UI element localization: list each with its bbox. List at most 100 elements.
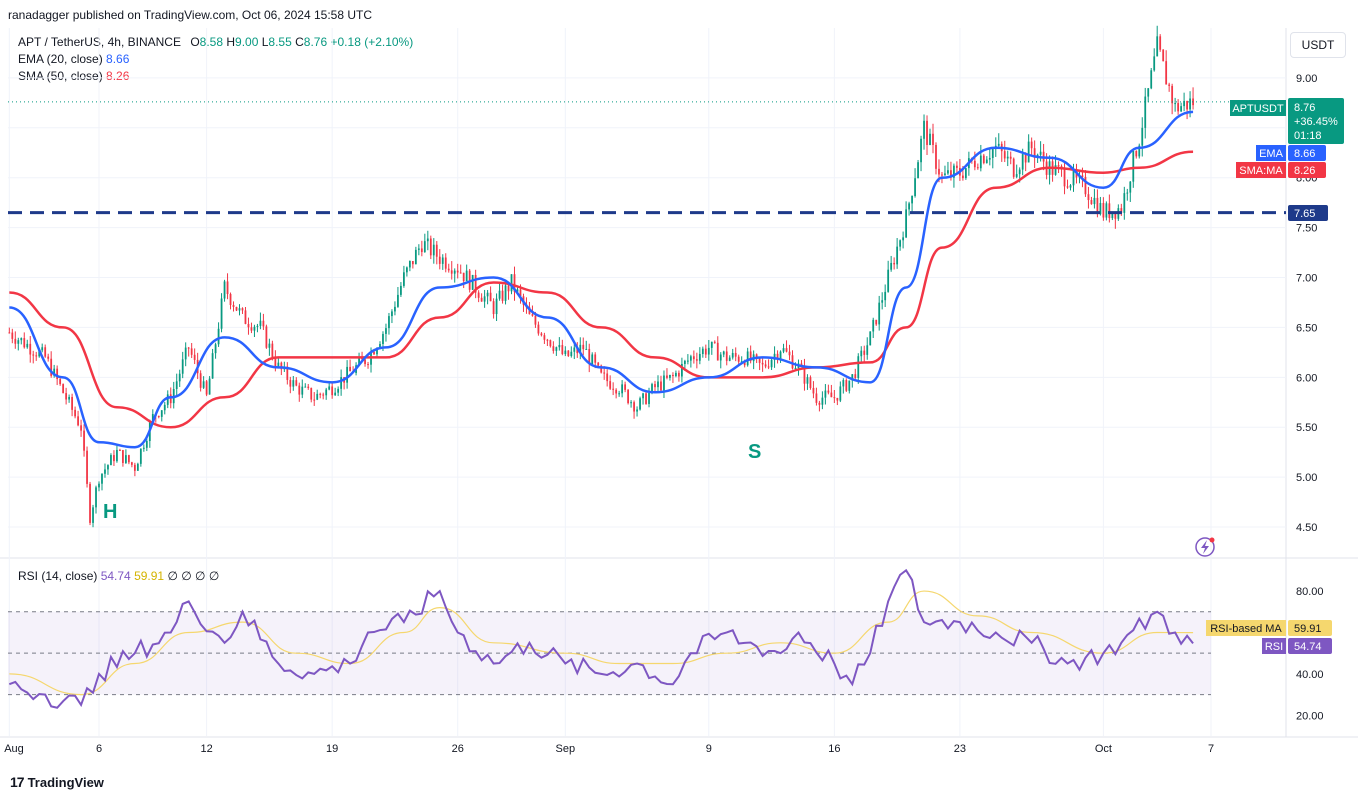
price-tick-label: 7.50 [1296, 223, 1317, 235]
candle-body [555, 347, 558, 351]
candle-body [477, 292, 480, 298]
candle-body [29, 343, 32, 355]
candle-body [534, 315, 537, 325]
time-tick-label: Aug [4, 743, 24, 755]
candle-body [836, 397, 839, 401]
candle-body [125, 455, 127, 463]
tradingview-logo[interactable]: 17 TradingView [10, 774, 104, 790]
candle-body [113, 455, 115, 462]
candle-body [92, 507, 94, 523]
candle-body [606, 373, 609, 382]
candle-body [785, 348, 788, 352]
candle-body [133, 464, 136, 471]
candle-body [812, 387, 815, 394]
candle-body [988, 157, 991, 160]
candle-body [403, 272, 405, 286]
candle-body [441, 257, 444, 264]
candle-body [26, 343, 29, 348]
candle-body [636, 409, 638, 412]
candle-body [1168, 84, 1171, 86]
candle-body [20, 338, 23, 341]
candle-body [346, 366, 349, 383]
candle-body [510, 274, 513, 292]
candle-body [142, 447, 145, 449]
candle-body [1108, 203, 1111, 219]
candle-body [486, 292, 489, 297]
time-tick-label: 23 [954, 743, 966, 755]
candle-body [806, 377, 809, 384]
candle-body [65, 393, 68, 400]
candle-body [1024, 154, 1027, 163]
candle-body [824, 390, 827, 398]
candle-body [420, 248, 423, 253]
candle-body [683, 360, 686, 364]
candle-body [603, 372, 606, 374]
candle-body [35, 355, 38, 357]
rsi-tick-label: 80.00 [1296, 586, 1324, 598]
time-tick-label: 9 [706, 743, 712, 755]
candle-body [746, 351, 749, 366]
candle-body [689, 356, 692, 361]
candle-body [1123, 193, 1126, 213]
candle-body [1006, 156, 1009, 159]
candle-body [1129, 181, 1132, 193]
price-chart[interactable]: 4.505.005.506.006.507.007.508.008.509.00… [0, 0, 1358, 800]
candle-body [854, 374, 857, 378]
candle-body [492, 301, 495, 315]
candle-body [1153, 56, 1156, 71]
candle-body [277, 362, 280, 367]
candle-body [145, 441, 148, 448]
candle-body [818, 402, 821, 405]
candle-body [1018, 169, 1021, 175]
candle-body [1171, 85, 1174, 104]
candle-body [964, 168, 967, 179]
candle-body [480, 297, 483, 302]
candle-body [166, 394, 169, 405]
candle-body [666, 375, 668, 378]
candle-body [627, 389, 629, 404]
current-price-tag: APTUSDT 8.76 +36.45% 01:18 [1230, 98, 1344, 144]
candle-body [41, 347, 44, 351]
time-tick-label: 19 [326, 743, 338, 755]
candle-body [394, 306, 396, 312]
candle-body [830, 392, 833, 398]
candle-body [1069, 185, 1072, 188]
candle-body [887, 269, 890, 292]
candle-body [438, 256, 441, 264]
candle-body [331, 386, 334, 396]
candle-body [701, 348, 704, 354]
time-tick-label: Oct [1095, 743, 1112, 755]
candle-body [585, 348, 588, 350]
candle-body [1039, 151, 1042, 155]
candle-body [459, 272, 462, 274]
candle-body [770, 359, 773, 368]
candle-body [405, 267, 408, 273]
candle-body [450, 270, 453, 274]
candle-body [1015, 174, 1018, 177]
svg-text:RSI: RSI [1265, 641, 1283, 653]
candle-body [223, 281, 226, 299]
candle-body [229, 294, 232, 306]
candle-body [695, 359, 698, 361]
candle-body [391, 311, 393, 317]
candle-body [686, 360, 689, 362]
lightning-icon[interactable] [1195, 537, 1215, 557]
svg-text:EMA: EMA [1259, 148, 1284, 160]
candle-body [692, 356, 695, 360]
candle-body [1072, 170, 1075, 186]
candle-body [226, 281, 229, 295]
candle-body [256, 325, 259, 327]
candle-body [845, 380, 848, 391]
candle-body [857, 356, 860, 378]
candle-body [319, 393, 322, 395]
candle-body [875, 319, 878, 325]
candle-body [325, 389, 328, 396]
candle-body [833, 397, 836, 399]
candle-body [432, 244, 435, 256]
candle-body [122, 450, 124, 463]
candle-body [136, 463, 139, 471]
candle-body [507, 285, 510, 292]
candle-body [1003, 151, 1006, 159]
candle-body [698, 353, 701, 361]
candle-body [947, 170, 949, 174]
